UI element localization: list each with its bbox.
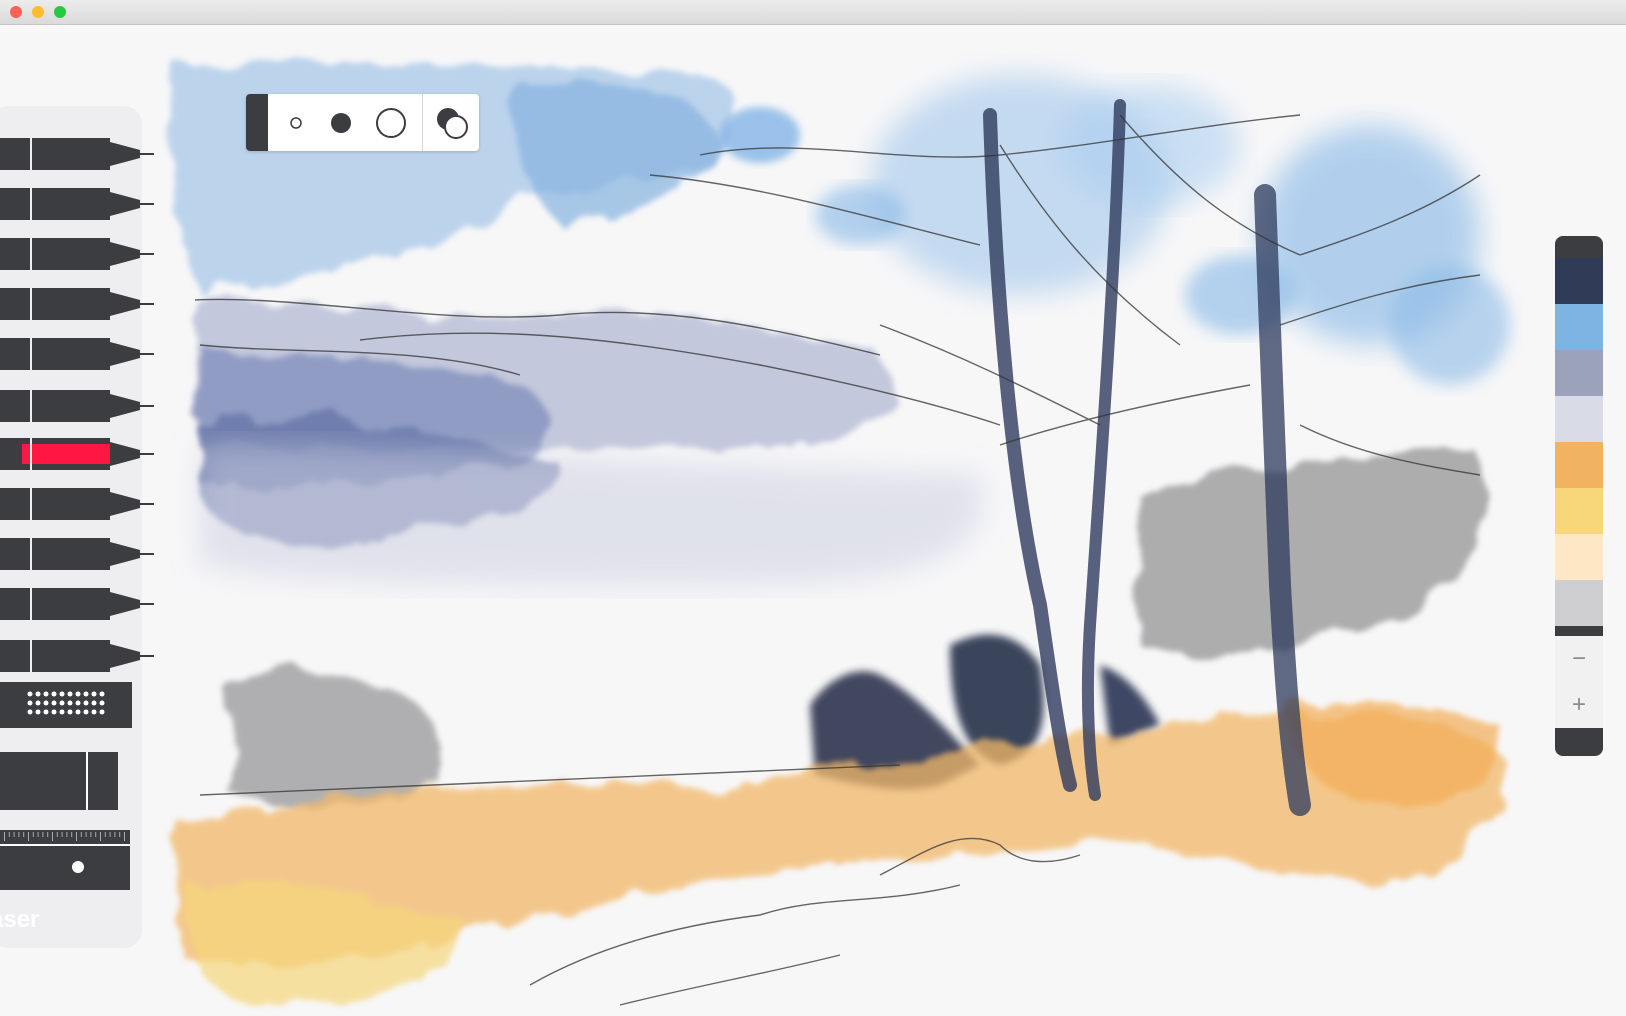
medium-dot-icon xyxy=(331,113,351,133)
color-swatch[interactable] xyxy=(1555,488,1603,534)
zoom-in-button[interactable]: + xyxy=(1555,682,1603,728)
zoom-out-button[interactable]: − xyxy=(1555,636,1603,682)
mountain-wash xyxy=(195,299,983,585)
smudge-tool[interactable] xyxy=(0,682,160,737)
panel-drag-handle[interactable] xyxy=(246,94,268,151)
eraser-label: aser xyxy=(0,906,40,933)
small-dot-icon xyxy=(290,117,302,129)
close-window-button[interactable] xyxy=(10,6,22,18)
felt-tip-tool[interactable] xyxy=(0,334,160,379)
minimize-window-button[interactable] xyxy=(32,6,44,18)
watercolor-artwork xyxy=(173,60,1510,1006)
window-titlebar xyxy=(0,0,1626,25)
opacity-toggle-button[interactable] xyxy=(426,94,476,151)
drawing-canvas[interactable] xyxy=(0,25,1626,1016)
color-swatch[interactable] xyxy=(1555,258,1603,304)
color-swatch[interactable] xyxy=(1555,580,1603,626)
ballpoint-tool[interactable] xyxy=(0,284,160,329)
color-swatch[interactable] xyxy=(1555,534,1603,580)
color-swatch[interactable] xyxy=(1555,442,1603,488)
brush-size-medium-button[interactable] xyxy=(318,94,364,151)
chalk-tool[interactable] xyxy=(0,584,160,629)
panel-divider xyxy=(422,94,423,151)
eraser-tool[interactable] xyxy=(0,752,160,821)
brush-size-small-button[interactable] xyxy=(276,94,316,151)
color-swatch[interactable] xyxy=(1555,396,1603,442)
opacity-icon xyxy=(437,108,468,139)
fountain-pen-tool[interactable] xyxy=(0,636,160,681)
brush-size-large-button[interactable] xyxy=(366,94,416,151)
ruler-tool[interactable] xyxy=(0,830,160,899)
tool-palette: aser xyxy=(0,106,154,948)
zoom-window-button[interactable] xyxy=(54,6,66,18)
airbrush-tool[interactable] xyxy=(0,484,160,529)
color-swatch[interactable] xyxy=(1555,304,1603,350)
large-dot-icon xyxy=(376,108,406,138)
marker-tool[interactable] xyxy=(0,234,160,279)
crayon-tool[interactable] xyxy=(0,534,160,579)
watercolor-brush-tool[interactable] xyxy=(0,434,160,479)
brush-size-panel xyxy=(246,94,479,151)
color-swatch[interactable] xyxy=(1555,350,1603,396)
color-palette: − + xyxy=(1555,236,1603,756)
pencil-tool[interactable] xyxy=(0,386,160,431)
technical-pen-tool[interactable] xyxy=(0,134,160,179)
fineliner-tool[interactable] xyxy=(0,184,160,229)
